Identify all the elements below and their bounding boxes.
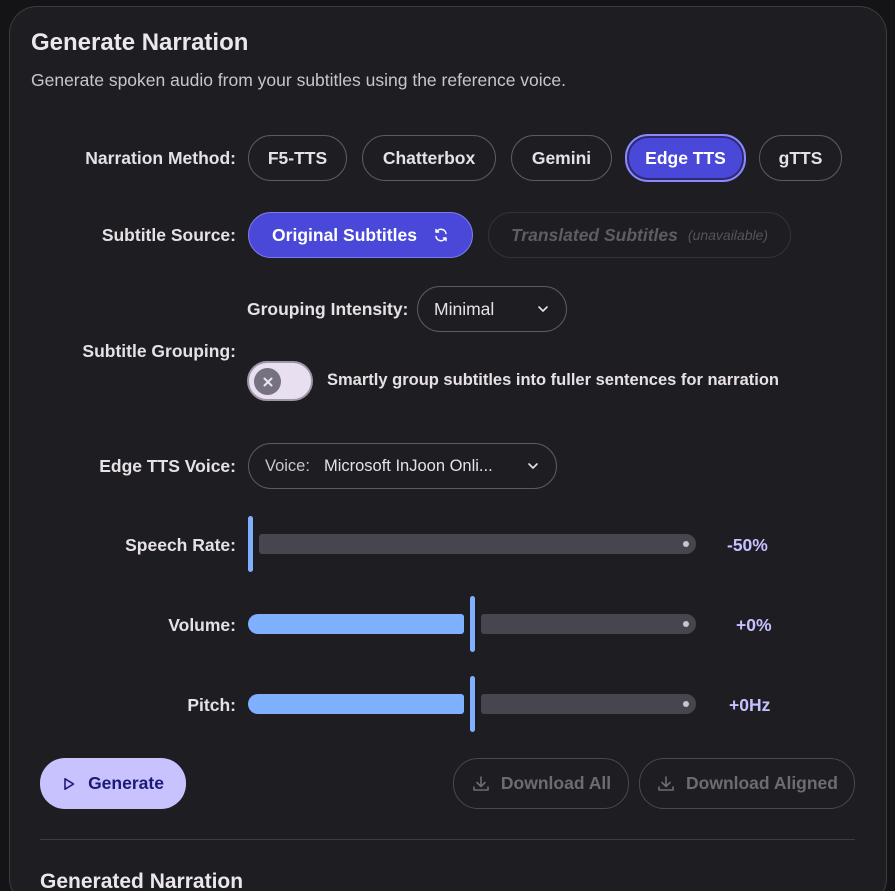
speech-rate-slider[interactable] [248,514,696,574]
download-icon [656,774,676,794]
generate-button[interactable]: Generate [40,758,186,809]
download-aligned-label: Download Aligned [686,773,838,793]
subtitle-grouping-label: Subtitle Grouping: [82,341,236,361]
generate-label: Generate [88,773,164,793]
slider-stop-indicator [683,541,689,547]
grouping-intensity-label: Grouping Intensity: [247,299,409,319]
voice-select[interactable]: Voice: Microsoft InJoon Onli... [248,443,557,489]
pitch-value: +0Hz [729,695,771,715]
volume-value: +0% [736,615,772,635]
slider-inactive-track [259,534,696,554]
chevron-down-icon [526,459,540,473]
method-gemini-button[interactable]: Gemini [511,135,612,181]
slider-inactive-track [481,694,696,714]
volume-label: Volume: [168,615,236,635]
panel-title: Generate Narration [31,29,249,56]
speech-rate-label: Speech Rate: [125,535,236,555]
grouping-intensity-select[interactable]: Minimal [417,286,567,332]
method-edge-tts-button[interactable]: Edge TTS [625,134,746,182]
subtitle-source-label: Subtitle Source: [101,225,236,245]
slider-handle[interactable] [470,596,475,652]
slider-handle[interactable] [470,676,475,732]
slider-stop-indicator [683,701,689,707]
chevron-down-icon [536,302,550,316]
panel-subtitle: Generate spoken audio from your subtitle… [31,70,567,90]
original-subtitles-button[interactable]: Original Subtitles [248,212,473,258]
slider-active-track [248,694,464,714]
speech-rate-value: -50% [727,535,768,555]
download-icon [471,774,491,794]
grouping-intensity-value: Minimal [434,298,495,319]
slider-inactive-track [481,614,696,634]
narration-method-label: Narration Method: [85,148,236,168]
slider-handle[interactable] [248,516,253,572]
translated-subtitles-label: Translated Subtitles [510,224,678,245]
grouping-toggle[interactable] [247,361,313,401]
refresh-icon [433,227,449,243]
generated-narration-title: Generated Narration [40,870,244,891]
section-divider [40,839,855,840]
play-icon [62,777,76,791]
slider-active-track [248,614,464,634]
grouping-toggle-label: Smartly group subtitles into fuller sent… [327,371,779,389]
method-gtts-button[interactable]: gTTS [759,135,842,181]
slider-stop-indicator [683,621,689,627]
close-icon [254,368,281,395]
voice-value: Microsoft InJoon Onli... [323,456,493,475]
voice-prefix: Voice: [265,456,310,475]
download-aligned-button: Download Aligned [639,758,855,809]
method-chatterbox-button[interactable]: Chatterbox [362,135,496,181]
voice-label: Edge TTS Voice: [99,456,236,476]
pitch-label: Pitch: [187,695,236,715]
original-subtitles-label: Original Subtitles [272,224,417,245]
translated-subtitles-button: Translated Subtitles (unavailable) [488,212,791,258]
download-all-button: Download All [453,758,629,809]
volume-slider[interactable] [248,594,696,654]
method-f5tts-button[interactable]: F5-TTS [248,135,347,181]
pitch-slider[interactable] [248,674,696,734]
unavailable-note: (unavailable) [687,227,769,243]
download-all-label: Download All [500,773,612,793]
